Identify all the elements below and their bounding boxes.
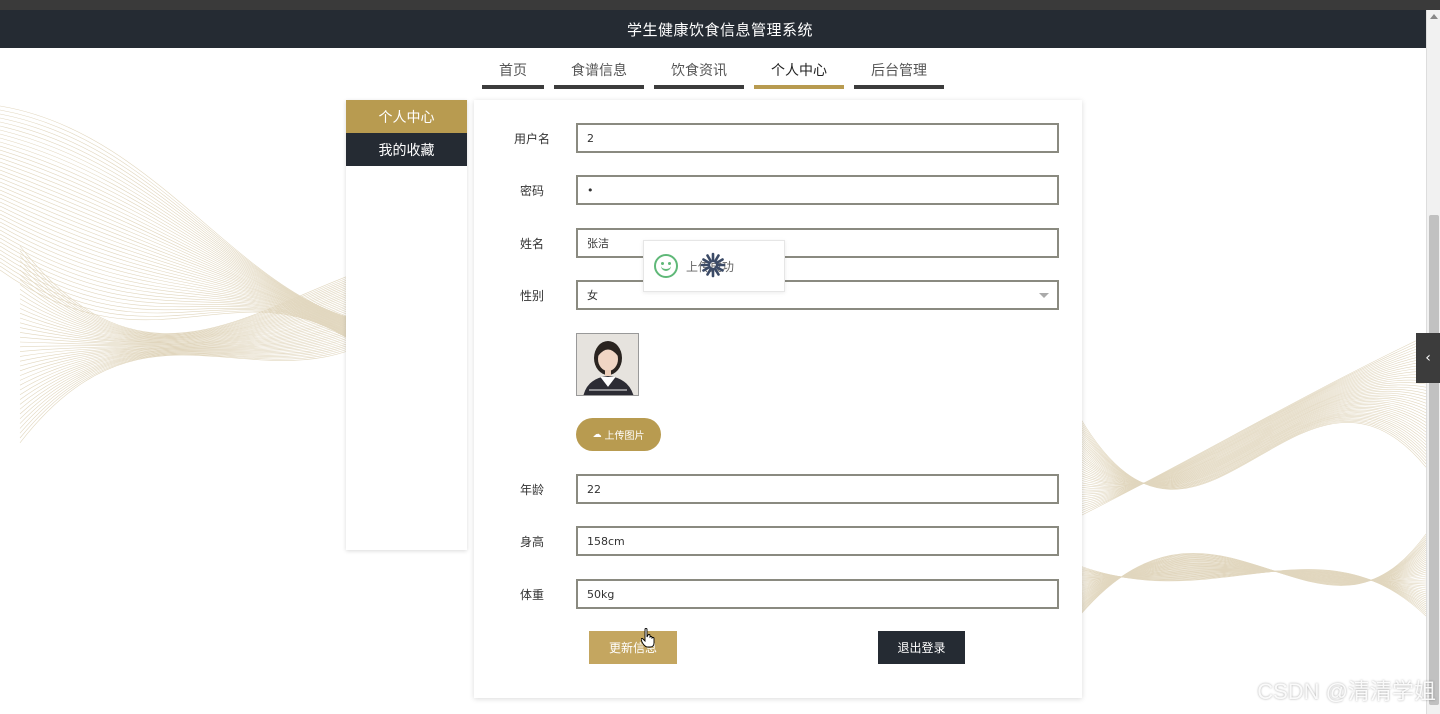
loading-spinner-icon xyxy=(700,252,726,278)
age-label: 年龄 xyxy=(519,483,544,497)
logout-button[interactable]: 退出登录 xyxy=(878,631,965,664)
sidebar-item-personal-center[interactable]: 个人中心 xyxy=(346,100,467,133)
height-input[interactable]: 158cm xyxy=(576,526,1059,556)
gender-select-value: 女 xyxy=(587,289,598,302)
scroll-up-arrow-icon[interactable] xyxy=(1430,14,1438,19)
username-input[interactable]: 2 xyxy=(576,123,1059,153)
username-label: 用户名 xyxy=(513,132,550,146)
age-row: 年龄 22 xyxy=(474,474,1082,504)
nav-diet-news[interactable]: 饮食资讯 xyxy=(654,60,744,89)
name-label: 姓名 xyxy=(519,237,544,251)
password-row: 密码 • xyxy=(474,175,1082,205)
scrollbar-thumb[interactable] xyxy=(1429,215,1439,705)
weight-row: 体重 50kg xyxy=(474,579,1082,609)
height-label: 身高 xyxy=(519,535,544,549)
gender-label: 性别 xyxy=(519,289,544,303)
sidebar-item-favorites[interactable]: 我的收藏 xyxy=(346,133,467,166)
upload-image-label: 上传图片 xyxy=(604,431,645,442)
password-label: 密码 xyxy=(519,184,544,198)
personal-sidebar: 个人中心 我的收藏 xyxy=(346,100,467,550)
site-header: 学生健康饮食信息管理系统 xyxy=(0,10,1440,48)
hand-cursor-icon xyxy=(641,628,655,648)
profile-form-panel: 用户名 2 密码 • 姓名 张洁 性别 女 ☁ 上传图片 年龄 22 身高 15… xyxy=(474,100,1082,698)
update-info-button[interactable]: 更新信息 xyxy=(589,631,677,664)
chevron-down-icon xyxy=(1039,293,1049,298)
weight-input[interactable]: 50kg xyxy=(576,579,1059,609)
site-title: 学生健康饮食信息管理系统 xyxy=(626,20,813,39)
nav-admin[interactable]: 后台管理 xyxy=(854,60,944,89)
chevron-left-icon: ‹ xyxy=(1425,350,1431,366)
weight-label: 体重 xyxy=(519,588,544,602)
window-top-strip xyxy=(0,0,1440,10)
age-input[interactable]: 22 xyxy=(576,474,1059,504)
avatar-photo xyxy=(576,333,639,396)
nav-recipes[interactable]: 食谱信息 xyxy=(554,60,644,89)
username-row: 用户名 2 xyxy=(474,123,1082,153)
csdn-watermark: CSDN @清清学姐 xyxy=(1257,679,1436,704)
main-nav: 首页 食谱信息 饮食资讯 个人中心 后台管理 xyxy=(0,48,1426,96)
nav-home[interactable]: 首页 xyxy=(482,60,544,89)
height-row: 身高 158cm xyxy=(474,526,1082,556)
upload-image-button[interactable]: ☁ 上传图片 xyxy=(576,418,661,451)
side-drawer-toggle[interactable]: ‹ xyxy=(1416,333,1440,383)
smile-icon xyxy=(654,254,678,278)
nav-personal-center[interactable]: 个人中心 xyxy=(754,60,844,89)
avatar-image xyxy=(577,334,638,395)
password-input[interactable]: • xyxy=(576,175,1059,205)
cloud-upload-icon: ☁ xyxy=(592,429,602,440)
